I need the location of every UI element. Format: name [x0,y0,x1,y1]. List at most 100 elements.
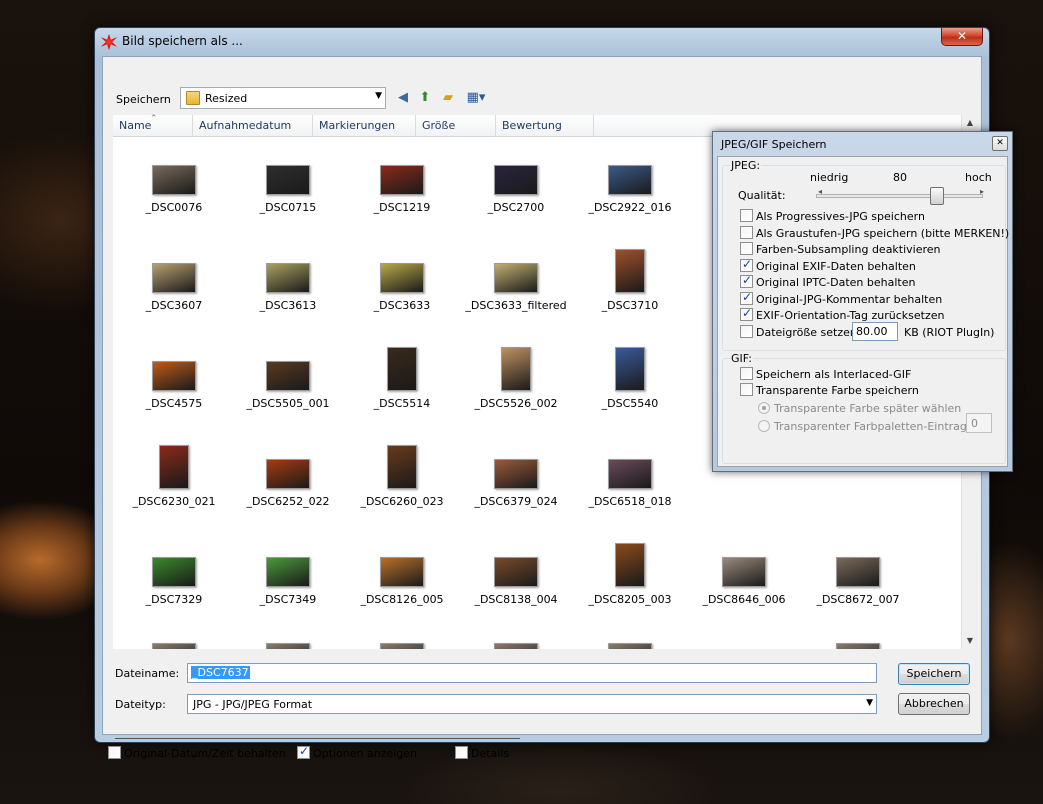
gif-option-label: Transparente Farbe speichern [756,384,919,397]
jpeg-option-checkbox[interactable] [740,290,753,305]
thumbnail-label: _DSC6252_022 [246,495,330,508]
col-date[interactable]: Aufnahmedatum [193,115,313,137]
filesize-input[interactable]: 80.00 [852,322,898,341]
gif-option-checkbox[interactable] [740,383,753,396]
jpeg-option-label: Original EXIF-Daten behalten [756,260,916,273]
gif-option-checkbox[interactable] [740,367,753,380]
list-item[interactable]: _DSC8138_004 [461,541,571,621]
list-item[interactable]: _DSC4575 [119,345,229,425]
thumbnail-label: _DSC8126_005 [360,593,444,606]
list-item[interactable]: _DSC3633 [347,247,457,327]
list-item[interactable]: _DSC6379_024 [461,443,571,523]
close-button[interactable]: ✕ [941,28,983,46]
thumbnail-image [380,643,424,649]
jpeg-option-checkbox[interactable] [740,209,753,222]
list-item[interactable]: _DSC6260_023 [347,443,457,523]
list-item[interactable]: _DSC8205_003 [575,541,685,621]
filetype-select[interactable]: JPG - JPG/JPEG Format ▼ [187,694,877,714]
scroll-down-icon[interactable]: ▼ [962,633,978,649]
list-item[interactable]: _DSC7349 [233,541,343,621]
new-folder-icon[interactable]: ▰ [439,89,457,107]
list-item[interactable]: _DSC7329 [119,541,229,621]
thumbnail-image [608,643,652,649]
quality-low-label: niedrig [810,171,849,184]
col-tags[interactable]: Markierungen [313,115,416,137]
thumbnail-image [494,557,538,587]
list-item[interactable]: _DSC6518_018 [575,443,685,523]
thumbnail-label: _DSC3633_filtered [465,299,567,312]
col-tags-label: Markierungen [319,119,396,132]
filesize-checkbox[interactable] [740,325,753,338]
list-item[interactable]: _DSC0715 [233,149,343,229]
quality-slider-track[interactable] [816,194,983,198]
gif-option-label: Speichern als Interlaced-GIF [756,368,912,381]
jpeg-option-checkbox[interactable] [740,273,753,288]
thumbnail-image [722,557,766,587]
list-item[interactable]: _DSC5505_001 [233,345,343,425]
col-name[interactable]: ⌃ Name [113,114,193,137]
back-icon[interactable]: ◀ [394,89,412,107]
list-item[interactable]: _DSC6230_021 [119,443,229,523]
transparent-later-radio[interactable] [758,402,770,414]
up-folder-icon[interactable]: ⬆ [416,89,434,107]
list-item[interactable]: _DSC5514 [347,345,457,425]
jpeg-option-checkbox[interactable] [740,306,753,321]
list-item[interactable]: _DSC5540 [575,345,685,425]
palette-entry-input[interactable]: 0 [966,413,992,433]
thumbnail-image [387,347,417,391]
col-size[interactable]: Größe [416,115,496,137]
list-item[interactable]: _DSC6252_022 [233,443,343,523]
thumbnail-image [380,165,424,195]
thumbnail-label: _DSC8646_006 [702,593,786,606]
transparent-palette-radio[interactable] [758,420,770,432]
thumbnail-image [608,459,652,489]
show-options-checkbox[interactable] [297,744,310,759]
thumbnail-image [615,543,645,587]
app-icon [101,34,117,50]
thumbnail-label: _DSC8672_007 [816,593,900,606]
gif-group-caption: GIF: [730,352,753,365]
jpeg-option-checkbox[interactable] [740,226,753,239]
quality-label: Qualität: [738,189,786,202]
list-item[interactable]: _DSC2922_016 [575,149,685,229]
list-item[interactable]: _DSC8646_006 [689,541,799,621]
divider [115,738,520,739]
sort-ascending-icon: ⌃ [150,114,158,124]
thumbnail-image [615,347,645,391]
details-checkbox[interactable] [455,746,468,759]
jpeg-option-checkbox[interactable] [740,257,753,272]
scroll-up-icon[interactable]: ▲ [962,115,978,131]
options-close-button[interactable]: ✕ [992,136,1008,151]
thumbnail-label: _DSC4575 [145,397,203,410]
keep-date-label: Original-Datum/Zeit behalten [124,747,286,760]
filename-value: _DSC7637 [191,666,250,679]
list-item[interactable]: _DSC0076 [119,149,229,229]
filename-input[interactable]: _DSC7637 [187,663,877,683]
thumbnail-image [266,165,310,195]
title-bar[interactable]: Bild speichern als ... ✕ [95,28,989,55]
keep-date-checkbox[interactable] [108,746,121,759]
view-menu-icon[interactable]: ▦▾ [463,89,489,107]
col-rating[interactable]: Bewertung [496,115,594,137]
thumbnail-image [266,459,310,489]
thumbnail-label: _DSC8205_003 [588,593,672,606]
list-item[interactable]: _DSC3613 [233,247,343,327]
list-item[interactable]: _DSC5526_002 [461,345,571,425]
list-item[interactable]: _DSC3607 [119,247,229,327]
save-button[interactable]: Speichern [898,663,970,685]
thumbnail-image [494,165,538,195]
window-title: Bild speichern als ... [122,34,243,48]
cancel-button[interactable]: Abbrechen [898,693,970,715]
list-item[interactable]: _DSC3633_filtered [461,247,571,327]
jpeg-option-checkbox[interactable] [740,242,753,255]
thumbnail-label: _DSC3613 [259,299,317,312]
thumbnail-image [380,557,424,587]
list-item[interactable]: _DSC8672_007 [803,541,913,621]
list-item[interactable]: _DSC1219 [347,149,457,229]
folder-combo[interactable]: Resized ▼ [180,87,386,109]
thumbnail-image [836,643,880,649]
quality-slider-thumb[interactable] [930,187,944,205]
list-item[interactable]: _DSC8126_005 [347,541,457,621]
list-item[interactable]: _DSC2700 [461,149,571,229]
list-item[interactable]: _DSC3710 [575,247,685,327]
